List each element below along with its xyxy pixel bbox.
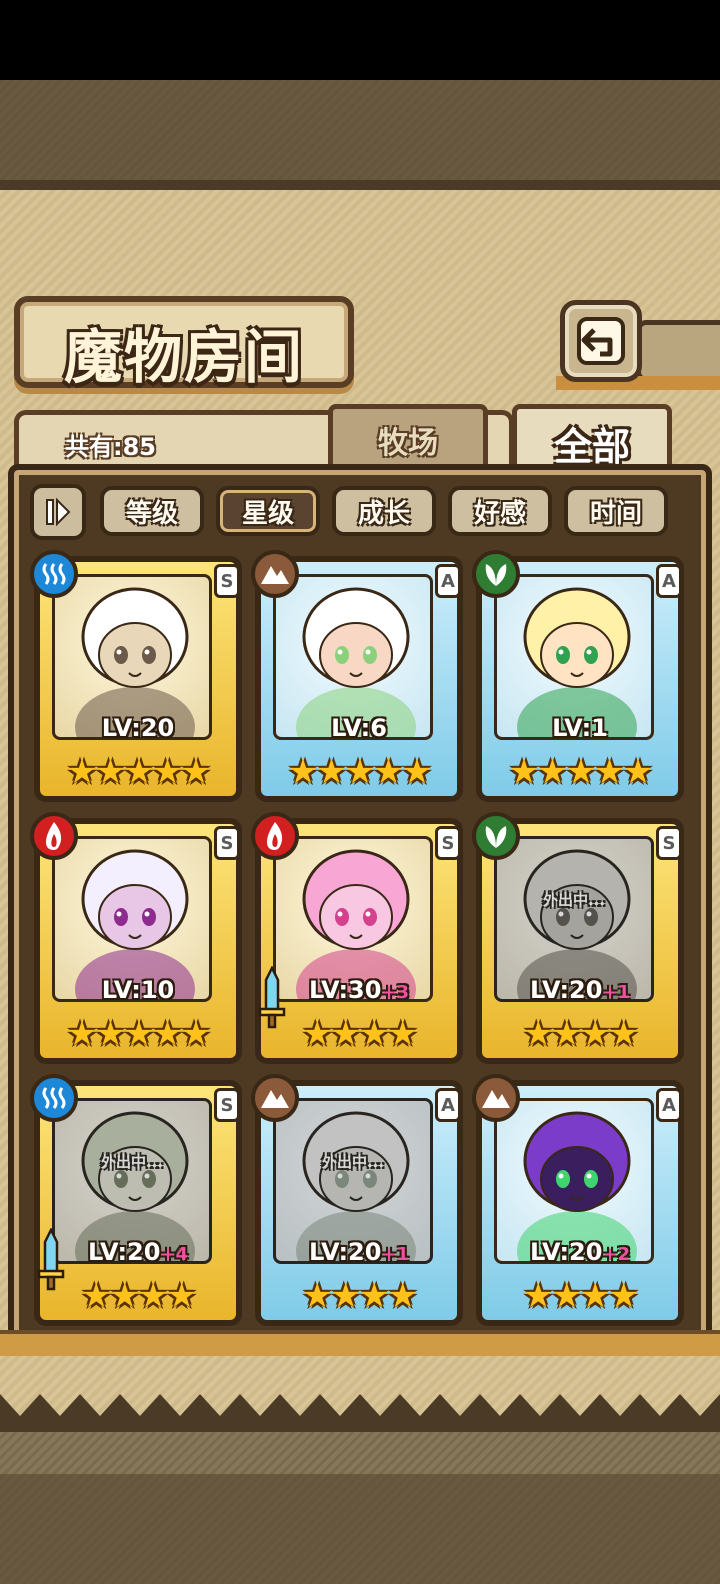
- monster-count: 共有:85: [65, 433, 156, 461]
- level-bonus: +1: [602, 982, 631, 1003]
- monster-card[interactable]: 外出中... A LV:20+1 ★★★★: [251, 1074, 463, 1326]
- rank-badge: A: [435, 564, 461, 598]
- back-button[interactable]: [560, 300, 642, 382]
- level-value: LV:20: [308, 1238, 382, 1266]
- element-badge: [472, 812, 520, 860]
- star-rating: ★★★★: [81, 1276, 197, 1316]
- level-value: LV:1: [552, 714, 608, 742]
- element-badge: [251, 1074, 299, 1122]
- level-label: LV:30+3: [255, 976, 463, 1004]
- element-badge: [251, 812, 299, 860]
- water-icon: [42, 1087, 66, 1109]
- level-value: LV:10: [101, 976, 175, 1004]
- earth-icon: [261, 1090, 289, 1108]
- away-status-label: 外出中...: [542, 891, 606, 909]
- monster-card[interactable]: S LV:20 ★★★★★: [30, 550, 242, 802]
- star-rating: ★★★★: [302, 1276, 418, 1316]
- star-rating: ★★★★★: [287, 752, 432, 792]
- level-value: LV:6: [331, 714, 387, 742]
- level-label: LV:20: [34, 714, 242, 742]
- monster-card[interactable]: 外出中... S LV:20+4 ★★★★: [30, 1074, 242, 1326]
- rank-badge: S: [656, 826, 682, 860]
- panel-bottom-bar: [0, 1330, 720, 1356]
- level-bonus: +2: [602, 1244, 631, 1265]
- element-badge: [30, 1074, 78, 1122]
- water-icon: [42, 563, 66, 585]
- rank-badge: S: [214, 564, 240, 598]
- level-value: LV:20: [101, 714, 175, 742]
- sort-by-star-button[interactable]: 星级: [216, 486, 320, 536]
- level-value: LV:30: [308, 976, 382, 1004]
- tab-ranch[interactable]: 牧场: [328, 404, 488, 470]
- star-rating: ★★★★★: [66, 1014, 211, 1054]
- away-status-label: 外出中...: [321, 1153, 385, 1171]
- sort-order-toggle[interactable]: [30, 484, 86, 540]
- monster-card[interactable]: 外出中... S LV:20+1 ★★★★: [472, 812, 684, 1064]
- rank-badge: A: [656, 1088, 682, 1122]
- level-bonus: +4: [160, 1244, 189, 1265]
- sort-by-level-button[interactable]: 等级: [100, 486, 204, 536]
- level-label: LV:10: [34, 976, 242, 1004]
- level-label: LV:20+1: [476, 976, 684, 1004]
- title-plate: 魔物房间: [14, 296, 354, 391]
- page-title: 魔物房间: [63, 323, 304, 391]
- sort-direction-icon: [46, 497, 71, 527]
- sort-by-affection-button[interactable]: 好感: [448, 486, 552, 536]
- earth-icon: [482, 1090, 510, 1108]
- rank-badge: S: [214, 826, 240, 860]
- star-rating: ★★★★★: [508, 752, 653, 792]
- sort-by-growth-button[interactable]: 成长: [332, 486, 436, 536]
- rank-badge: A: [435, 1088, 461, 1122]
- level-label: LV:6: [255, 714, 463, 742]
- earth-icon: [261, 566, 289, 584]
- element-badge: [251, 550, 299, 598]
- level-label: LV:20+4: [34, 1238, 242, 1266]
- monster-card[interactable]: S LV:10 ★★★★★: [30, 812, 242, 1064]
- return-arrow-icon: [577, 317, 625, 365]
- monster-card[interactable]: S LV:30+3 ★★★★: [251, 812, 463, 1064]
- monster-card[interactable]: A LV:6 ★★★★★: [251, 550, 463, 802]
- rank-badge: A: [656, 564, 682, 598]
- back-button-rail: [636, 320, 720, 382]
- nature-icon: [485, 564, 507, 586]
- status-bar-area: [0, 0, 720, 80]
- fire-icon: [267, 822, 283, 850]
- star-rating: ★★★★: [302, 1014, 418, 1054]
- monster-card[interactable]: A LV:1 ★★★★★: [472, 550, 684, 802]
- rank-badge: S: [214, 1088, 240, 1122]
- star-rating: ★★★★: [523, 1276, 639, 1316]
- level-label: LV:1: [476, 714, 684, 742]
- star-rating: ★★★★★: [66, 752, 211, 792]
- bottom-zigzag-border: [0, 1394, 720, 1432]
- element-badge: [472, 550, 520, 598]
- away-status-label: 外出中...: [100, 1153, 164, 1171]
- star-rating: ★★★★: [523, 1014, 639, 1054]
- level-label: LV:20+2: [476, 1238, 684, 1266]
- rank-badge: S: [435, 826, 461, 860]
- sort-by-time-button[interactable]: 时间: [564, 486, 668, 536]
- fire-icon: [46, 822, 62, 850]
- level-value: LV:20: [87, 1238, 161, 1266]
- level-value: LV:20: [529, 976, 603, 1004]
- element-badge: [472, 1074, 520, 1122]
- element-badge: [30, 812, 78, 860]
- sort-bar: 等级 星级 成长 好感 时间: [30, 484, 690, 540]
- nature-icon: [485, 826, 507, 848]
- monster-card[interactable]: A LV:20+2 ★★★★: [472, 1074, 684, 1326]
- level-bonus: +3: [381, 982, 410, 1003]
- element-badge: [30, 550, 78, 598]
- level-value: LV:20: [529, 1238, 603, 1266]
- level-label: LV:20+1: [255, 1238, 463, 1266]
- level-bonus: +1: [381, 1244, 410, 1265]
